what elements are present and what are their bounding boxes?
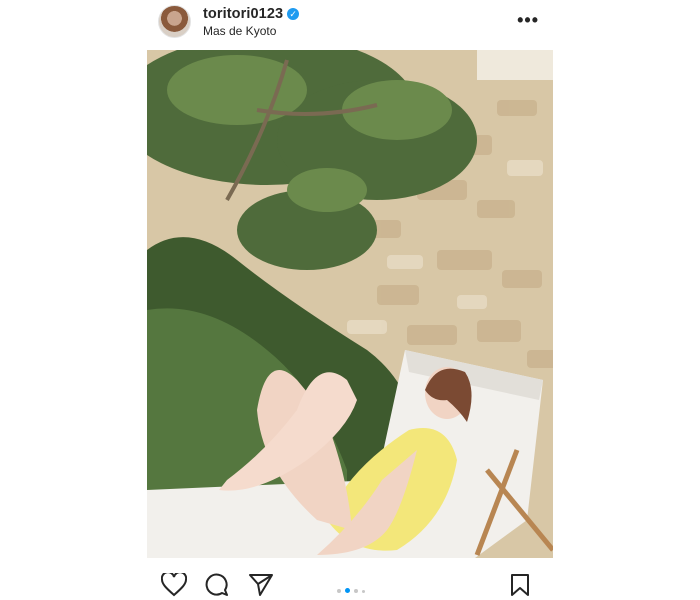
heart-icon[interactable]: [161, 573, 187, 597]
carousel-dot-active: [345, 588, 350, 593]
comment-icon[interactable]: [205, 573, 229, 597]
verified-badge-icon: ✓: [287, 8, 300, 20]
photo-illustration: [147, 50, 553, 558]
username-text[interactable]: toritori0123: [203, 6, 283, 22]
share-icon[interactable]: [248, 573, 274, 597]
post-header: toritori0123 ✓ Mas de Kyoto •••: [147, 0, 553, 46]
action-bar: [147, 566, 553, 600]
more-options-button[interactable]: •••: [517, 10, 539, 31]
carousel-indicator: [337, 580, 369, 593]
carousel-dot: [362, 590, 365, 593]
username[interactable]: toritori0123 ✓: [203, 6, 300, 22]
bookmark-icon[interactable]: [509, 573, 531, 597]
avatar[interactable]: [158, 5, 191, 38]
carousel-dot: [337, 589, 341, 593]
instagram-post: toritori0123 ✓ Mas de Kyoto •••: [147, 0, 553, 600]
post-photo[interactable]: [147, 50, 553, 558]
location-link[interactable]: Mas de Kyoto: [203, 24, 276, 38]
carousel-dot: [354, 589, 358, 593]
